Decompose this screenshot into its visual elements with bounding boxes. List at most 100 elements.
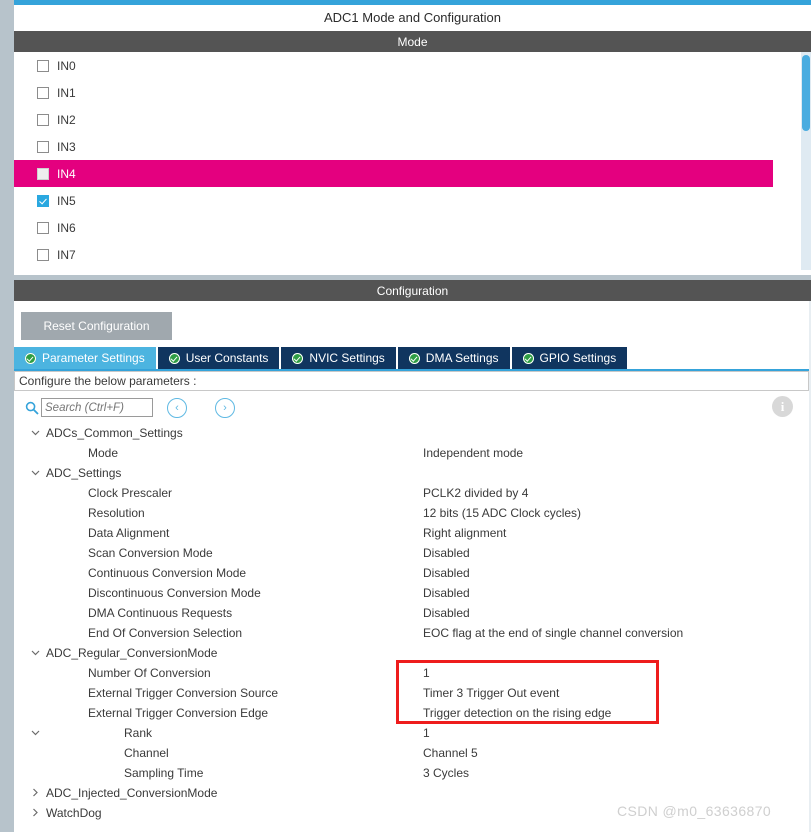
checkbox-in4-icon[interactable] — [37, 167, 49, 180]
channel-row-in3[interactable]: IN3 — [14, 133, 811, 160]
tree-row[interactable]: Resolution 12 bits (15 ADC Clock cycles) — [14, 503, 809, 523]
chevron-down-icon[interactable] — [30, 727, 41, 738]
tree-row-label: Resolution — [88, 506, 145, 520]
channel-label: IN1 — [57, 85, 76, 100]
page-title: ADC1 Mode and Configuration — [14, 5, 811, 30]
tree-row-label: External Trigger Conversion Source — [88, 686, 279, 700]
tree-row[interactable]: ADC_Regular_ConversionMode — [14, 643, 809, 663]
tree-row[interactable]: Rank 1 — [14, 723, 809, 743]
channel-checkbox-list: IN0 IN1 IN2 IN3 IN4 IN5 IN6 IN7 — [14, 52, 811, 268]
search-input[interactable] — [41, 398, 153, 417]
channel-row-in4[interactable]: IN4 — [14, 160, 773, 187]
tab-gpio-settings[interactable]: GPIO Settings — [511, 347, 628, 369]
tree-row[interactable]: ADCs_Common_Settings — [14, 423, 809, 443]
tab-label: User Constants — [185, 351, 269, 365]
tree-row[interactable]: Discontinuous Conversion Mode Disabled — [14, 583, 809, 603]
channel-label: IN0 — [57, 58, 76, 73]
tree-row[interactable]: End Of Conversion Selection EOC flag at t… — [14, 623, 809, 643]
chevron-right-icon[interactable] — [30, 787, 41, 798]
tab-nvic-settings[interactable]: NVIC Settings — [281, 347, 396, 369]
tree-row[interactable]: ADC_Settings — [14, 463, 809, 483]
checkbox-in7-icon[interactable] — [37, 248, 49, 261]
tree-row-label: Scan Conversion Mode — [88, 546, 213, 560]
channel-row-in2[interactable]: IN2 — [14, 106, 811, 133]
channel-row-in1[interactable]: IN1 — [14, 79, 811, 106]
chevron-down-icon[interactable] — [30, 427, 41, 438]
chevron-down-icon[interactable] — [30, 467, 41, 478]
channel-label: IN7 — [57, 247, 76, 262]
tab-parameter-settings[interactable]: Parameter Settings — [14, 347, 156, 369]
tree-row-value[interactable]: Right alignment — [423, 526, 506, 540]
adc-configuration-window: ADC1 Mode and Configuration Mode IN0 IN1 I… — [0, 0, 811, 832]
tree-row-value[interactable]: Disabled — [423, 546, 470, 560]
tree-row[interactable]: Data Alignment Right alignment — [14, 523, 809, 543]
tree-row[interactable]: Mode Independent mode — [14, 443, 809, 463]
tree-row-label: DMA Continuous Requests — [88, 606, 233, 620]
mode-scrollbar-track[interactable] — [801, 52, 811, 270]
parameter-tree: ADCs_Common_Settings Mode Independent mode… — [14, 423, 809, 823]
check-circle-icon — [522, 352, 534, 364]
tree-row-value[interactable]: 12 bits (15 ADC Clock cycles) — [423, 506, 581, 520]
tree-row[interactable]: Number Of Conversion 1 — [14, 663, 809, 683]
tree-row[interactable]: Continuous Conversion Mode Disabled — [14, 563, 809, 583]
tree-row[interactable]: External Trigger Conversion Source Timer … — [14, 683, 809, 703]
tab-user-constants[interactable]: User Constants — [157, 347, 280, 369]
checkbox-in1-icon[interactable] — [37, 86, 49, 99]
tree-row-value[interactable]: 1 — [423, 726, 430, 740]
checkbox-in2-icon[interactable] — [37, 113, 49, 126]
chevron-down-icon[interactable] — [30, 647, 41, 658]
tree-row-label: Sampling Time — [124, 766, 204, 780]
tree-row-label: Continuous Conversion Mode — [88, 566, 247, 580]
mode-scrollbar-thumb[interactable] — [802, 55, 810, 131]
channel-row-in5[interactable]: IN5 — [14, 187, 811, 214]
tree-row[interactable]: Sampling Time 3 Cycles — [14, 763, 809, 783]
check-circle-icon — [408, 352, 420, 364]
tree-row-value[interactable]: Disabled — [423, 606, 470, 620]
tree-row-value[interactable]: 3 Cycles — [423, 766, 469, 780]
tree-row-value[interactable]: 1 — [423, 666, 430, 680]
channel-row-in0[interactable]: IN0 — [14, 52, 811, 79]
search-prev-button[interactable]: ‹ — [167, 398, 187, 418]
tree-row-label: Mode — [88, 446, 119, 460]
channel-row-in7[interactable]: IN7 — [14, 241, 811, 268]
tree-row[interactable]: External Trigger Conversion Edge Trigger … — [14, 703, 809, 723]
configure-hint-bar: Configure the below parameters : — [14, 371, 809, 391]
tree-row[interactable]: ADC_Injected_ConversionMode — [14, 783, 809, 803]
checkbox-in6-icon[interactable] — [37, 221, 49, 234]
configuration-body: Reset Configuration Parameter Settings Us… — [14, 301, 811, 832]
check-circle-icon — [168, 352, 180, 364]
chevron-right-icon[interactable] — [30, 807, 41, 818]
tree-row-value[interactable]: Channel 5 — [423, 746, 478, 760]
tree-row[interactable]: Channel Channel 5 — [14, 743, 809, 763]
info-icon[interactable]: i — [772, 396, 793, 417]
mode-section-header: Mode — [14, 31, 811, 52]
tree-row[interactable]: DMA Continuous Requests Disabled — [14, 603, 809, 623]
tree-row-value[interactable]: Trigger detection on the rising edge — [423, 706, 611, 720]
tree-row-value[interactable]: EOC flag at the end of single channel co… — [423, 626, 683, 640]
tree-row-value[interactable]: Disabled — [423, 586, 470, 600]
reset-configuration-button[interactable]: Reset Configuration — [21, 312, 172, 340]
tree-row-label: External Trigger Conversion Edge — [88, 706, 269, 720]
channel-label: IN2 — [57, 112, 76, 127]
tree-row-value[interactable]: Timer 3 Trigger Out event — [423, 686, 559, 700]
checkbox-in0-icon[interactable] — [37, 59, 49, 72]
search-next-button[interactable]: › — [215, 398, 235, 418]
channel-label: IN3 — [57, 139, 76, 154]
tree-row-value[interactable]: PCLK2 divided by 4 — [423, 486, 528, 500]
checkbox-in5-icon[interactable] — [37, 194, 49, 207]
search-row: ‹ › i — [14, 393, 809, 423]
tab-dma-settings[interactable]: DMA Settings — [397, 347, 510, 369]
left-gutter — [0, 0, 14, 832]
tree-row-label: Clock Prescaler — [88, 486, 173, 500]
check-circle-icon — [292, 352, 304, 364]
channel-row-in6[interactable]: IN6 — [14, 214, 811, 241]
tree-row-value[interactable]: Independent mode — [423, 446, 523, 460]
tree-row-label: Discontinuous Conversion Mode — [88, 586, 261, 600]
tab-label: NVIC Settings — [309, 351, 385, 365]
tree-row-label: ADC_Regular_ConversionMode — [46, 646, 218, 660]
checkbox-in3-icon[interactable] — [37, 140, 49, 153]
tree-row[interactable]: Scan Conversion Mode Disabled — [14, 543, 809, 563]
tree-row-value[interactable]: Disabled — [423, 566, 470, 580]
tree-row[interactable]: Clock Prescaler PCLK2 divided by 4 — [14, 483, 809, 503]
channel-label: IN5 — [57, 193, 76, 208]
